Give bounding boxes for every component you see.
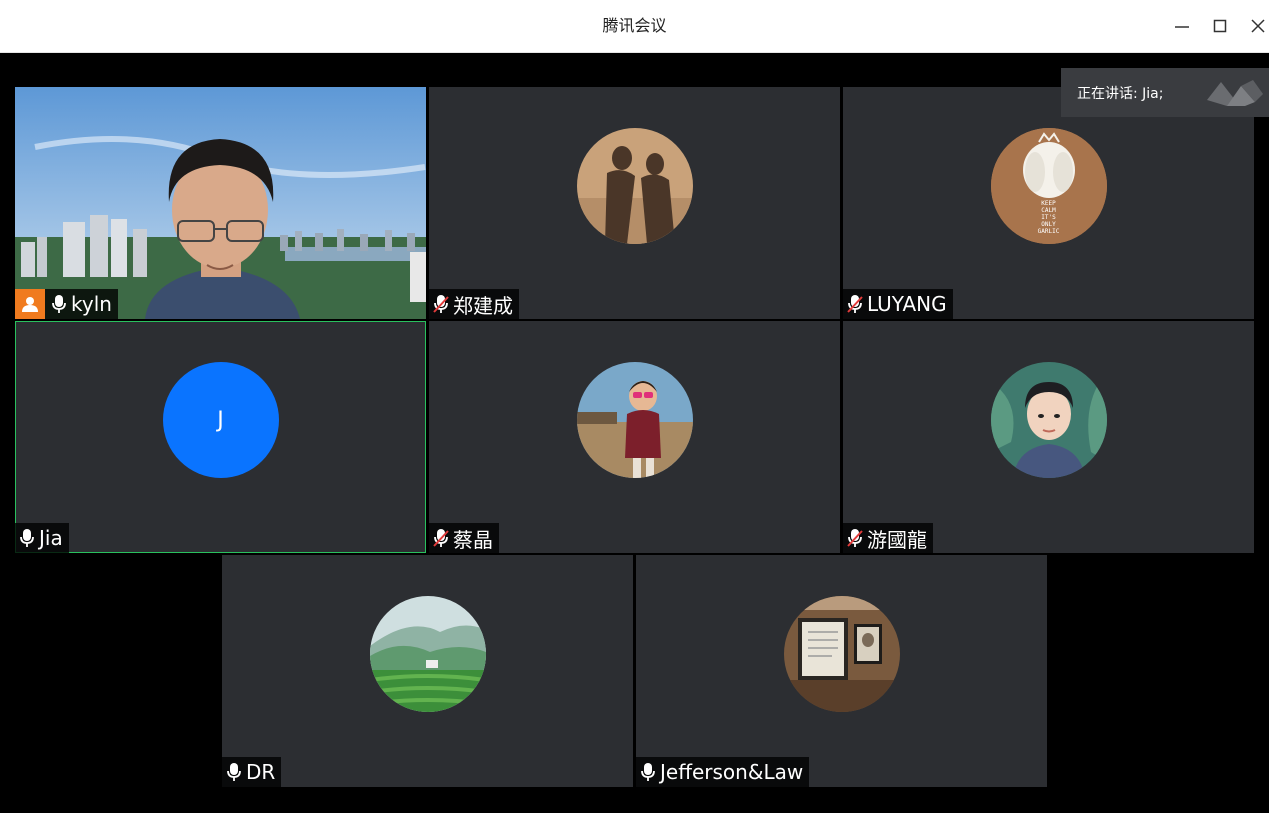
host-badge [15, 289, 45, 319]
maximize-icon [1213, 19, 1227, 33]
microphone-icon [49, 293, 69, 315]
participant-tile-jia[interactable]: J Jia [15, 321, 426, 553]
participant-name: 郑建成 [453, 293, 513, 318]
close-icon [1251, 19, 1265, 33]
participant-tile-caijing[interactable]: 蔡晶 [429, 321, 840, 553]
microphone-icon [17, 527, 37, 549]
maximize-button[interactable] [1208, 14, 1232, 38]
window-title: 腾讯会议 [602, 16, 667, 35]
participant-avatar [576, 362, 693, 478]
participant-name-tag: kyln [15, 289, 118, 319]
participant-name-tag: Jefferson&Law [636, 757, 810, 787]
tencent-meeting-logo-icon [1207, 80, 1263, 106]
minimize-button[interactable] [1170, 14, 1194, 38]
participant-name: kyln [71, 292, 112, 316]
participant-name: 蔡晶 [453, 527, 493, 552]
participant-tile-kyln[interactable]: kyln [15, 87, 426, 319]
participant-avatar [783, 596, 900, 712]
video-feed [15, 87, 426, 319]
microphone-icon [224, 761, 244, 783]
participant-avatar [990, 362, 1107, 478]
microphone-muted-icon [845, 293, 865, 315]
participant-name-tag: 蔡晶 [429, 523, 499, 553]
participant-tile-luyang[interactable]: KEEP CALM IT'S ONLY GARLIC LUYANG [843, 87, 1254, 319]
participant-tile-zhengjiancheng[interactable]: 郑建成 [429, 87, 840, 319]
participant-name: Jia [39, 526, 63, 550]
participant-name-tag: DR [222, 757, 282, 787]
participant-tile-jefferson-law[interactable]: Jefferson&Law [636, 555, 1047, 787]
participant-name: 游國龍 [867, 527, 927, 552]
avatar-caption: KEEP CALM IT'S ONLY GARLIC [1037, 200, 1060, 235]
participant-name-tag: 郑建成 [429, 289, 519, 319]
avatar-letter: J [217, 407, 224, 433]
microphone-icon [638, 761, 658, 783]
participant-name-tag: LUYANG [843, 289, 953, 319]
title-bar: 腾讯会议 [0, 0, 1269, 53]
participant-tile-youguolong[interactable]: 游國龍 [843, 321, 1254, 553]
participant-name-tag: Jia [15, 523, 69, 553]
participant-tile-dr[interactable]: DR [222, 555, 633, 787]
minimize-icon [1175, 26, 1189, 28]
participant-avatar [576, 128, 693, 244]
microphone-muted-icon [431, 293, 451, 315]
participant-name: Jefferson&Law [660, 760, 804, 784]
participant-avatar [369, 596, 486, 712]
microphone-muted-icon [431, 527, 451, 549]
participant-name: LUYANG [867, 292, 947, 316]
participant-avatar: J [162, 362, 279, 478]
participant-name: DR [246, 760, 276, 784]
speaking-indicator: 正在讲话: Jia; [1061, 68, 1269, 117]
participant-avatar: KEEP CALM IT'S ONLY GARLIC [990, 128, 1107, 244]
speaking-label: 正在讲话: Jia; [1077, 85, 1164, 102]
close-button[interactable] [1246, 14, 1269, 38]
microphone-muted-icon [845, 527, 865, 549]
participant-name-tag: 游國龍 [843, 523, 933, 553]
host-person-icon [22, 297, 38, 312]
